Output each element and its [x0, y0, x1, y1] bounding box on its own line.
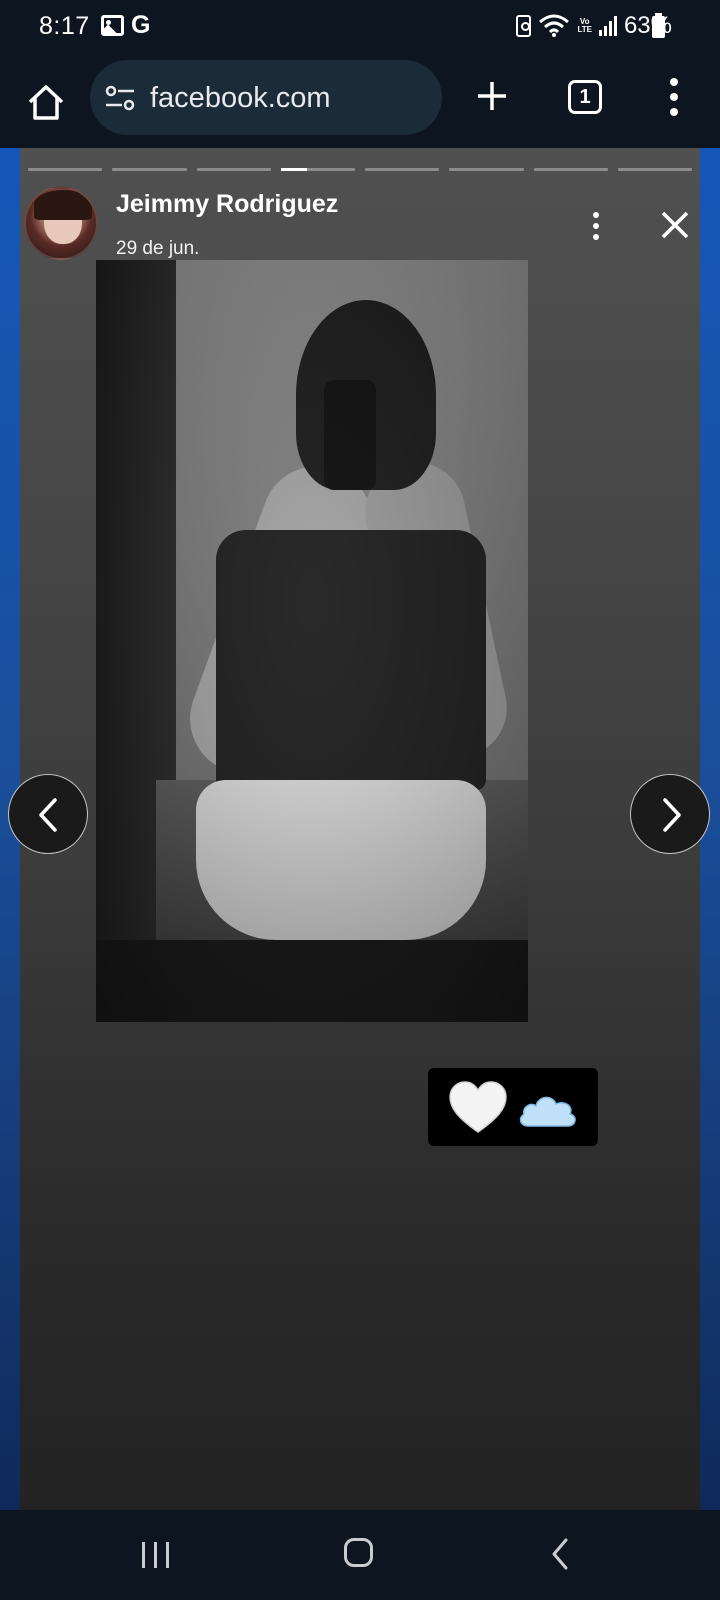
- progress-segment: [28, 168, 103, 171]
- recents-icon[interactable]: [142, 1542, 172, 1568]
- more-vertical-icon[interactable]: [664, 78, 684, 116]
- story-photo: [96, 260, 528, 1022]
- more-vertical-icon[interactable]: [590, 212, 602, 242]
- address-bar[interactable]: facebook.com: [90, 60, 442, 135]
- plus-icon[interactable]: [474, 78, 510, 114]
- author-name[interactable]: Jeimmy Rodriguez: [116, 190, 338, 219]
- chevron-left-icon: [39, 798, 57, 832]
- progress-segment: [533, 168, 608, 171]
- url-text[interactable]: facebook.com: [150, 82, 331, 115]
- progress-segment: [196, 168, 271, 171]
- battery-icon: [652, 13, 665, 38]
- back-icon[interactable]: [550, 1538, 570, 1570]
- previous-story-button[interactable]: [8, 774, 88, 854]
- white-heart-icon: [449, 1081, 507, 1133]
- lte-icon: Vo LTE: [577, 18, 592, 34]
- post-date: 29 de jun.: [116, 238, 200, 259]
- chevron-right-icon: [663, 798, 681, 832]
- emoji-sticker: [428, 1068, 598, 1146]
- status-time: 8:17: [39, 12, 90, 40]
- status-bar: 8:17 G Vo LTE 63%: [0, 0, 720, 56]
- status-indicators: Vo LTE 63%: [516, 12, 672, 40]
- wifi-icon: [539, 14, 570, 37]
- signal-icon: [598, 16, 617, 36]
- lte-label-bottom: LTE: [577, 25, 592, 34]
- home-icon[interactable]: [24, 80, 68, 124]
- progress-segment: [365, 168, 440, 171]
- next-story-button[interactable]: [630, 774, 710, 854]
- tabs-icon[interactable]: 1: [568, 80, 602, 114]
- progress-segment: [449, 168, 524, 171]
- recycle-icon: [516, 15, 532, 37]
- story-progress-bar: [28, 168, 692, 171]
- story-card[interactable]: Jeimmy Rodriguez 29 de jun.: [20, 148, 700, 1510]
- browser-toolbar: facebook.com 1: [0, 56, 720, 148]
- story-viewer: Jeimmy Rodriguez 29 de jun.: [0, 148, 720, 1510]
- author-avatar[interactable]: [24, 186, 98, 260]
- home-icon[interactable]: [344, 1538, 373, 1567]
- progress-segment: [112, 168, 187, 171]
- close-icon[interactable]: [660, 210, 690, 240]
- progress-segment: [617, 168, 692, 171]
- google-icon: G: [131, 11, 151, 39]
- cloud-icon: [519, 1096, 576, 1127]
- site-settings-icon[interactable]: [104, 83, 136, 113]
- android-navigation-bar: [0, 1510, 720, 1600]
- gallery-icon: [101, 15, 124, 36]
- progress-segment-active: [280, 168, 355, 171]
